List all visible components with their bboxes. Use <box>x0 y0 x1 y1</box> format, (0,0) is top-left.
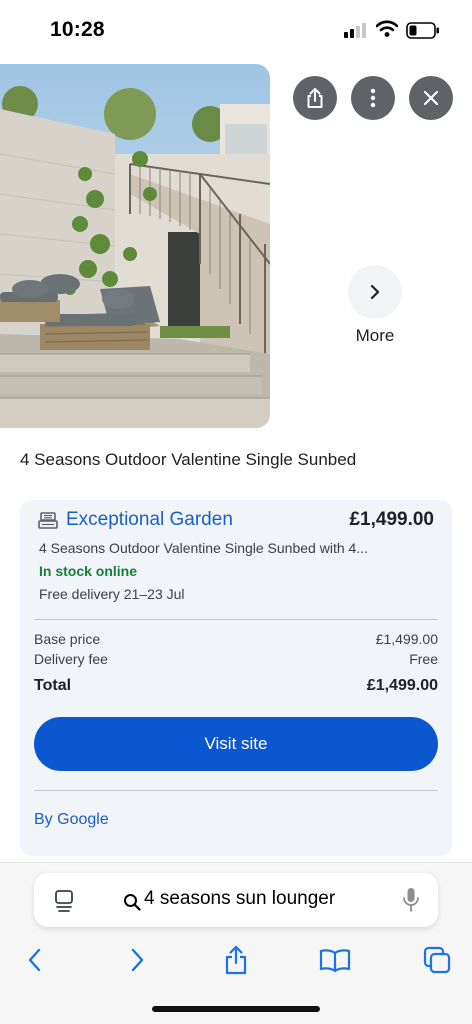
offer-description: 4 Seasons Outdoor Valentine Single Sunbe… <box>39 540 368 556</box>
total-label: Total <box>34 677 72 694</box>
product-title: 4 Seasons Outdoor Valentine Single Sunbe… <box>20 450 357 469</box>
chevron-right-icon <box>370 284 380 300</box>
status-bar: 10:28 <box>0 0 472 62</box>
base-price-value: £1,499.00 <box>375 631 438 647</box>
base-price-label: Base price <box>34 631 101 647</box>
divider <box>34 790 438 791</box>
status-time: 10:28 <box>50 18 105 41</box>
back-button[interactable] <box>18 943 52 977</box>
home-indicator[interactable] <box>152 1006 320 1012</box>
tab-overview-icon[interactable] <box>54 889 74 913</box>
visit-site-button[interactable]: Visit site <box>34 717 438 771</box>
chevron-left-icon <box>28 948 41 972</box>
offer-price: £1,499.00 <box>349 509 434 530</box>
browser-toolbar: 4 seasons sun lounger <box>0 862 472 1024</box>
search-icon <box>124 894 141 911</box>
product-image[interactable] <box>0 64 270 428</box>
product-photo <box>0 64 270 428</box>
tabs-button[interactable] <box>420 943 454 977</box>
total-value: £1,499.00 <box>366 677 438 694</box>
more-label: More <box>355 326 395 345</box>
tabs-icon <box>423 946 451 974</box>
close-button[interactable] <box>409 76 453 120</box>
chevron-right-icon <box>131 948 144 972</box>
delivery-fee-value: Free <box>409 651 438 667</box>
cellular-signal-icon <box>344 22 370 38</box>
by-google-link[interactable]: By Google <box>34 811 109 829</box>
delivery-fee-label: Delivery fee <box>34 651 108 667</box>
battery-icon <box>406 22 439 39</box>
bookmarks-button[interactable] <box>318 943 352 977</box>
forward-button[interactable] <box>120 943 154 977</box>
share-page-button[interactable] <box>219 943 253 977</box>
share-button[interactable] <box>293 76 337 120</box>
wifi-icon <box>376 20 398 37</box>
book-icon <box>319 949 351 972</box>
divider <box>34 619 438 620</box>
share-icon <box>225 945 247 975</box>
share-icon <box>307 88 323 108</box>
more-images-button[interactable] <box>348 265 402 319</box>
offer-card: Exceptional Garden £1,499.00 4 Seasons O… <box>20 500 452 856</box>
store-icon <box>38 512 58 529</box>
address-bar-query: 4 seasons sun lounger <box>144 888 336 909</box>
delivery-info: Free delivery 21–23 Jul <box>39 586 185 602</box>
microphone-icon[interactable] <box>402 887 420 913</box>
more-options-button[interactable] <box>351 76 395 120</box>
address-bar[interactable]: 4 seasons sun lounger <box>34 873 438 927</box>
more-vert-icon <box>370 88 376 108</box>
seller-name-link[interactable]: Exceptional Garden <box>66 509 233 531</box>
stock-status: In stock online <box>39 563 138 579</box>
close-icon <box>423 90 439 106</box>
